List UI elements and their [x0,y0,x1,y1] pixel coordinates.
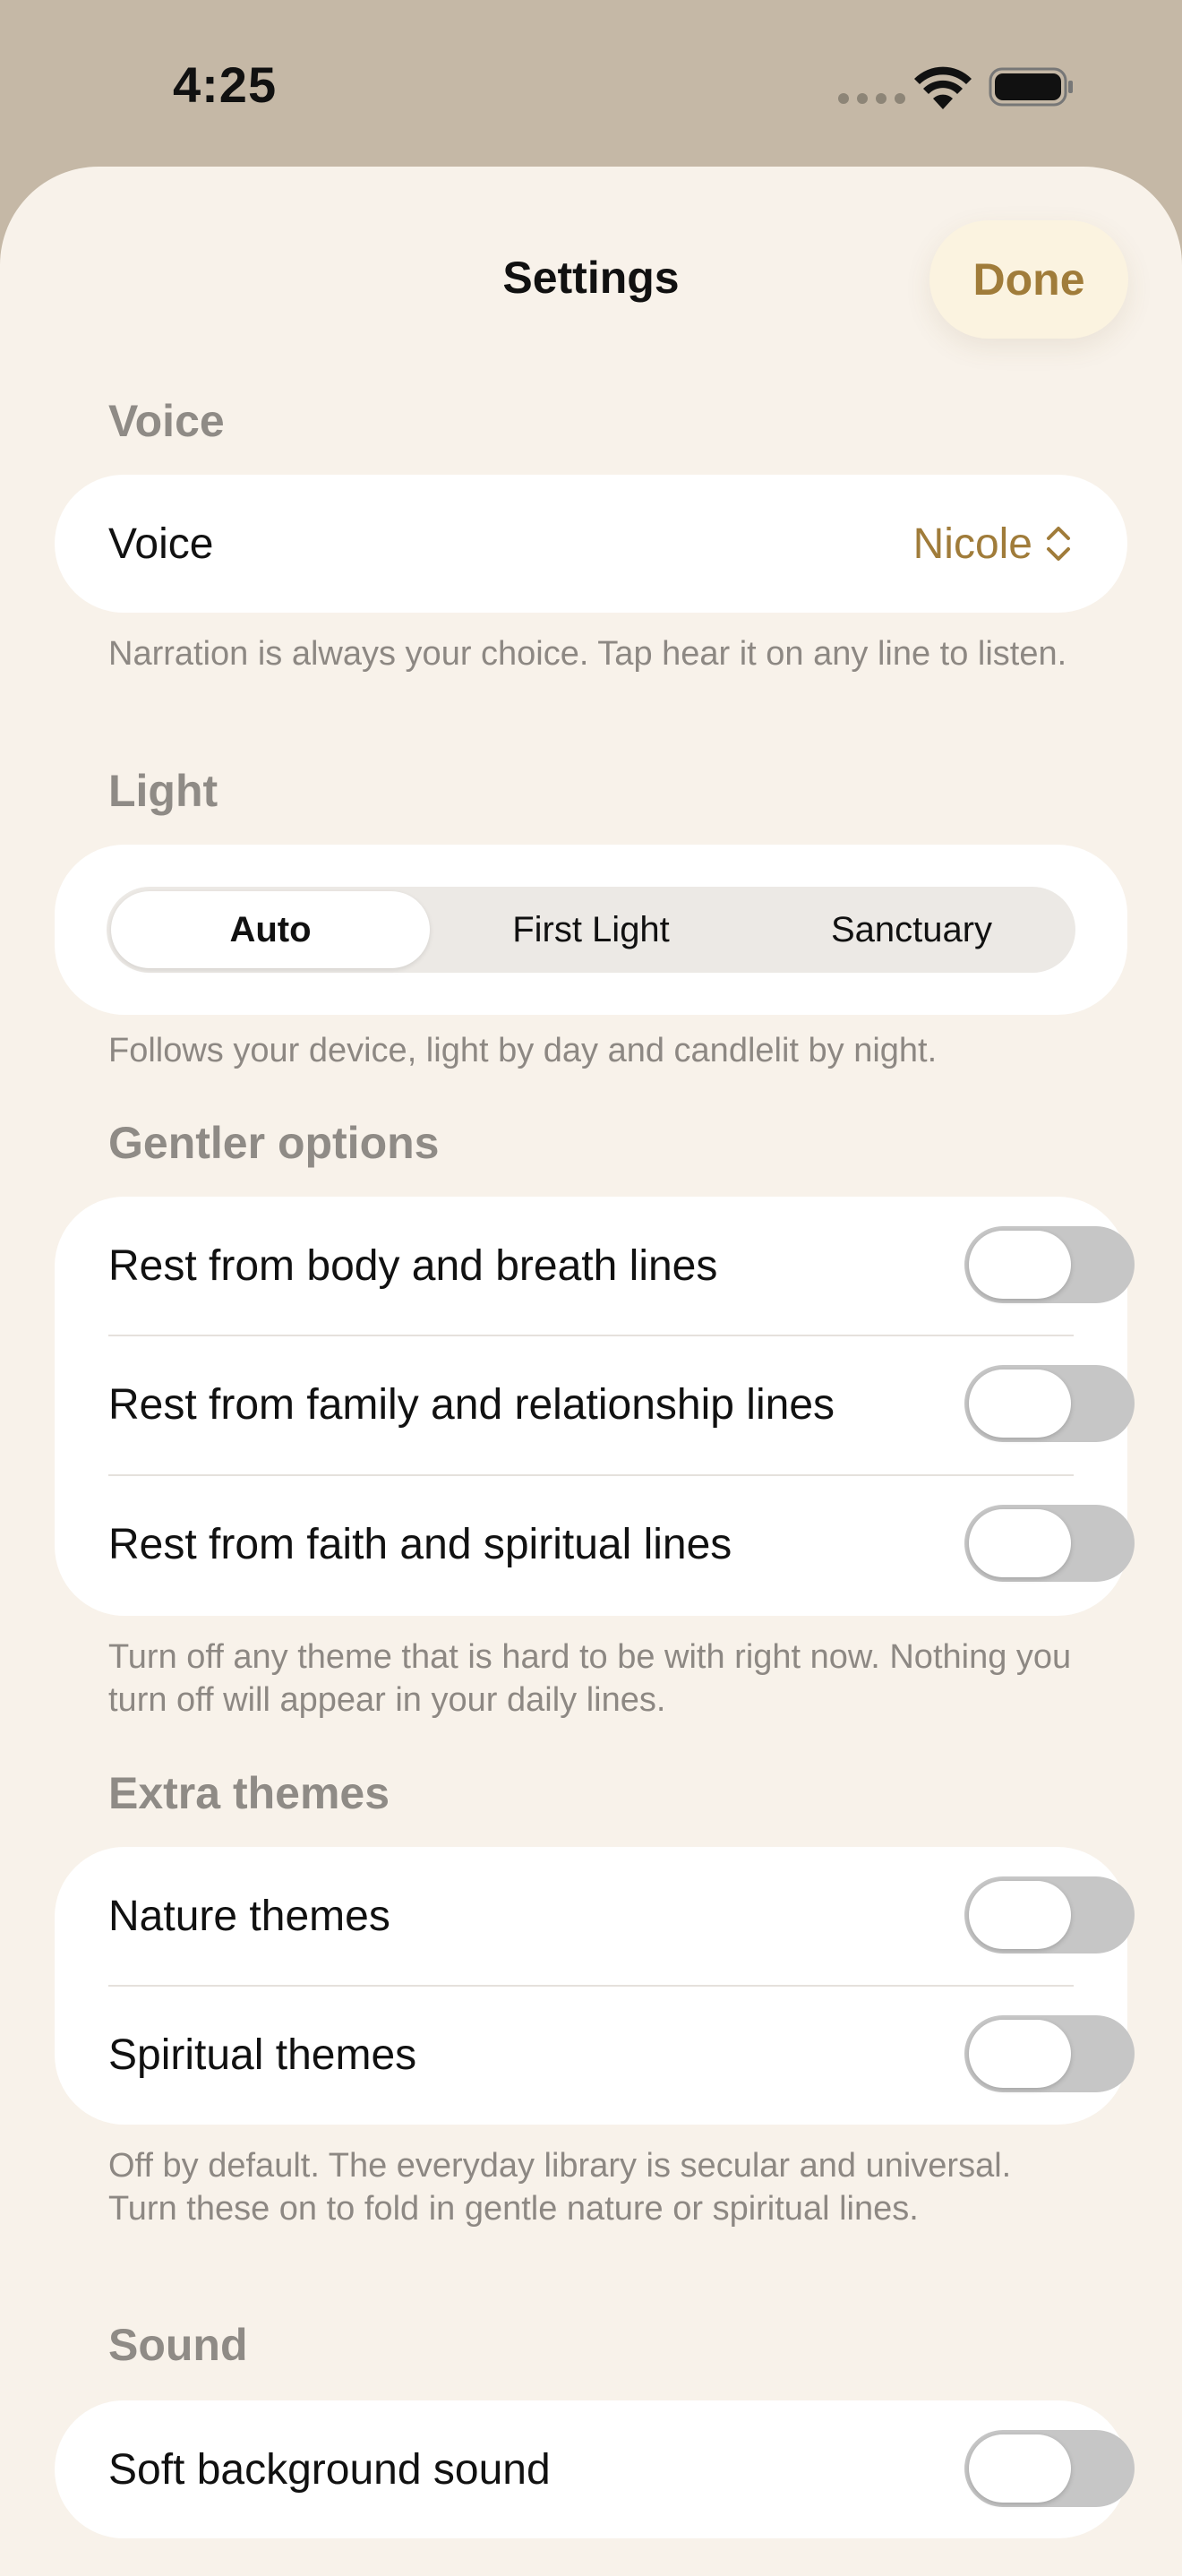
section-title-sound: Sound [108,2320,248,2370]
done-button[interactable]: Done [929,220,1128,339]
cellular-signal-icon [838,93,905,104]
extra-themes-footnote: Off by default. The everyday library is … [108,2147,1012,2228]
rest-body-breath-label: Rest from body and breath lines [108,1242,718,1290]
spiritual-themes-toggle[interactable] [964,2015,1135,2092]
nature-themes-label: Nature themes [108,1893,390,1940]
rest-faith-spiritual-toggle[interactable] [964,1505,1135,1582]
segment-first-light[interactable]: First Light [432,891,750,968]
status-time: 4:25 [173,56,278,113]
soft-background-sound-toggle[interactable] [964,2430,1135,2507]
row-divider [108,1335,1074,1336]
voice-selected-value: Nicole [912,519,1032,568]
spiritual-themes-label: Spiritual themes [108,2031,417,2079]
sound-card: Soft background sound [55,2400,1135,2538]
rest-family-relationship-toggle[interactable] [964,1365,1135,1442]
settings-sheet: Settings Done Voice Voice Nicole Narrati… [0,167,1182,2576]
voice-footnote: Narration is always your choice. Tap hea… [108,635,1067,673]
segment-auto[interactable]: Auto [111,891,430,968]
segment-sanctuary[interactable]: Sanctuary [752,891,1071,968]
soft-background-sound-label: Soft background sound [108,2446,551,2494]
chevron-up-down-icon [1047,527,1070,561]
voice-row-label: Voice [108,520,214,568]
gentler-options-card: Rest from body and breath lines Rest fro… [55,1197,1135,1616]
battery-icon [989,67,1073,107]
section-title-voice: Voice [108,396,225,446]
light-segmented-control: Auto First Light Sanctuary [107,887,1075,973]
light-card: Auto First Light Sanctuary [55,845,1127,1015]
light-footnote: Follows your device, light by day and ca… [108,1032,938,1069]
rest-faith-spiritual-label: Rest from faith and spiritual lines [108,1521,732,1568]
gentler-options-footnote: Turn off any theme that is hard to be wi… [108,1638,1072,1719]
section-title-light: Light [108,766,218,816]
rest-family-relationship-label: Rest from family and relationship lines [108,1381,835,1429]
voice-picker[interactable]: Nicole [913,475,1072,613]
nature-themes-toggle[interactable] [964,1876,1135,1953]
wifi-icon [914,66,972,109]
extra-themes-card: Nature themes Spiritual themes [55,1847,1135,2125]
section-title-extra-themes: Extra themes [108,1768,390,1818]
status-bar: 4:25 [0,0,1182,170]
section-title-gentler-options: Gentler options [108,1118,440,1168]
rest-body-breath-toggle[interactable] [964,1226,1135,1303]
row-divider [108,1474,1074,1476]
row-divider [108,1985,1074,1987]
voice-card: Voice Nicole [55,475,1127,613]
